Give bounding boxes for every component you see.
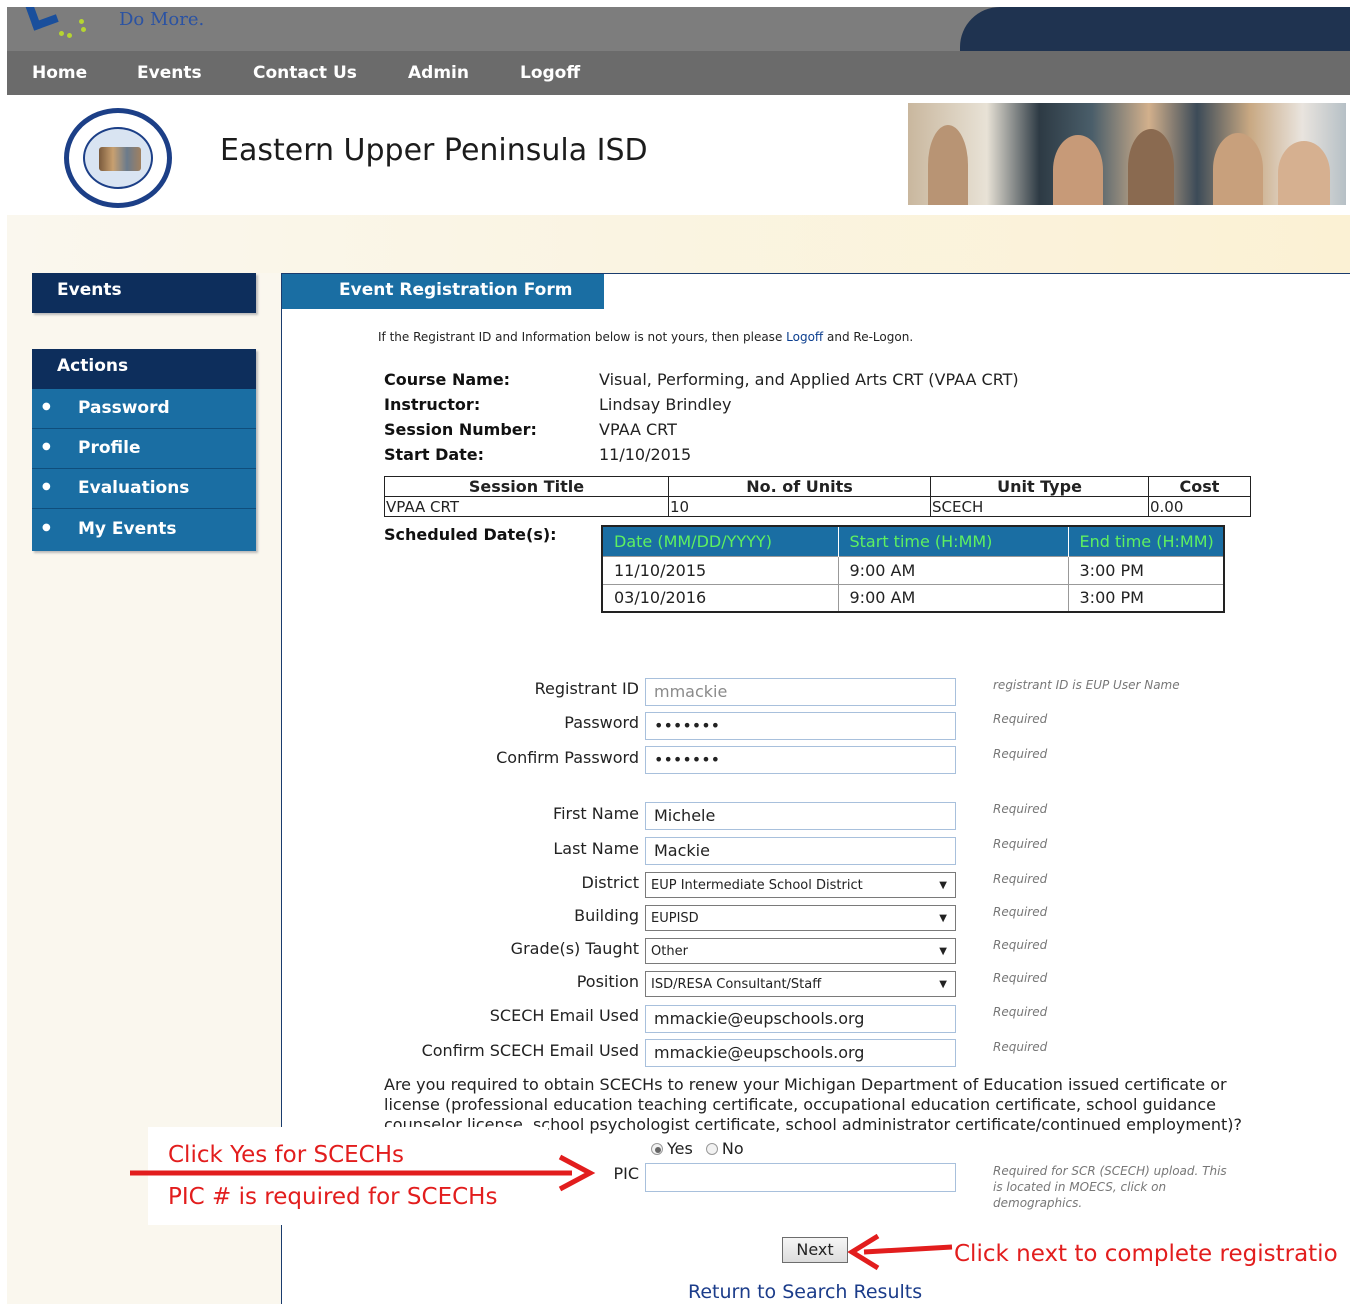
arrow-to-pic-icon <box>130 1154 596 1192</box>
arrow-to-next-icon <box>847 1233 953 1271</box>
return-to-search-link[interactable]: Return to Search Results <box>688 1281 922 1303</box>
annotation-arrows <box>130 1154 953 1271</box>
annotation-next-note: Click next to complete registratio <box>954 1241 1338 1267</box>
next-button[interactable]: Next <box>782 1237 848 1263</box>
